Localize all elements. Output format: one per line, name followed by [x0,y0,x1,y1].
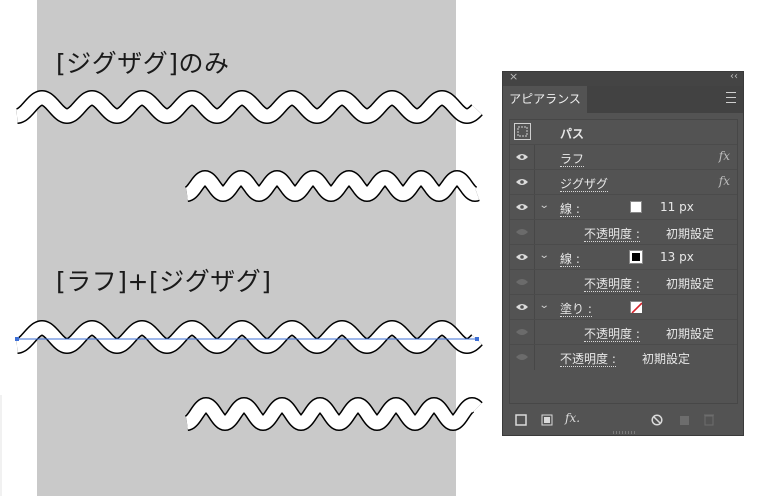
row-path[interactable]: パス [510,120,737,145]
opacity-label[interactable]: 不透明度 : [584,225,640,242]
visibility-eye-icon[interactable] [516,153,528,161]
visibility-eye-icon[interactable] [516,253,528,261]
appearance-panel: × ‹‹ アピアランス パス ラフ fx ジグザグ fx ⌄ 線: 11 px… [502,70,744,436]
tab-appearance[interactable]: アピアランス [503,86,587,113]
panel-resize-grip[interactable] [613,431,635,434]
fx-icon[interactable]: fx [719,149,730,163]
clear-appearance-icon[interactable] [651,414,663,426]
anchor-point-1[interactable] [15,337,19,341]
chevron-down-icon[interactable]: ⌄ [539,200,550,211]
row-stroke-opacity[interactable]: 不透明度 : 初期設定 [510,270,737,295]
collapse-icon[interactable]: ‹‹ [730,71,738,82]
fill-none-swatch[interactable] [630,301,642,313]
visibility-eye-icon[interactable] [516,203,528,211]
stroke-color-swatch[interactable] [630,201,642,213]
anchor-point-2[interactable] [475,337,479,341]
chevron-down-icon[interactable]: ⌄ [539,250,550,261]
opacity-value: 初期設定 [666,327,715,341]
chevron-down-icon[interactable]: ⌄ [539,300,550,311]
duplicate-item-icon[interactable] [678,414,690,426]
fx-icon[interactable]: fx [719,174,730,188]
zigzag-effect-link[interactable]: ジグザグ [560,175,609,192]
row-fill-opacity[interactable]: 不透明度 : 初期設定 [510,320,737,345]
add-stroke-icon[interactable] [515,414,527,426]
panel-bottom-toolbar: fx. [503,404,743,436]
visibility-eye-icon[interactable] [516,228,528,236]
stroke-label[interactable]: 線 : [560,200,580,217]
opacity-value: 初期設定 [642,352,691,366]
add-effect-icon[interactable]: fx. [565,411,580,425]
visibility-eye-icon[interactable] [516,328,528,336]
opacity-label[interactable]: 不透明度 : [584,275,640,292]
opacity-label[interactable]: 不透明度 : [560,350,616,367]
panel-title-bar: × ‹‹ [503,70,743,86]
visibility-eye-icon[interactable] [516,353,528,361]
stroke-color-swatch[interactable] [629,250,643,264]
row-effect-rough[interactable]: ラフ fx [510,145,737,170]
row-stroke-white[interactable]: ⌄ 線 : 11 px [510,195,737,220]
visibility-eye-icon[interactable] [516,303,528,311]
panel-tab-row: アピアランス [503,86,743,113]
opacity-value: 初期設定 [666,227,715,241]
visibility-eye-icon[interactable] [516,278,528,286]
visibility-eye-icon[interactable] [516,178,528,186]
rough-effect-link[interactable]: ラフ [560,150,585,167]
opacity-label[interactable]: 不透明度 : [584,325,640,342]
stroke-label[interactable]: 線 : [560,250,580,267]
path-thumbnail-icon [514,123,531,140]
opacity-value: 初期設定 [666,277,715,291]
wave-2-fill [185,171,480,201]
stroke-weight-value[interactable]: 13 px [660,250,694,264]
appearance-list: パス ラフ fx ジグザグ fx ⌄ 線 : 11 px 不透明度: 初期設定… [509,119,738,404]
trash-icon[interactable] [703,413,715,426]
row-object-opacity[interactable]: 不透明度 : 初期設定 [510,345,737,370]
row-effect-zigzag[interactable]: ジグザグ fx [510,170,737,195]
add-fill-icon[interactable] [541,414,553,426]
close-icon[interactable]: × [509,70,518,83]
panel-menu-icon[interactable] [726,92,736,103]
stroke-weight-value[interactable]: 11 px [660,200,694,214]
row-stroke-black[interactable]: ⌄ 線 : 13 px [510,245,737,270]
path-label: パス [560,127,585,141]
row-stroke-opacity[interactable]: 不透明度 : 初期設定 [510,220,737,245]
fill-label[interactable]: 塗り : [560,300,592,317]
row-fill[interactable]: ⌄ 塗り : [510,295,737,320]
